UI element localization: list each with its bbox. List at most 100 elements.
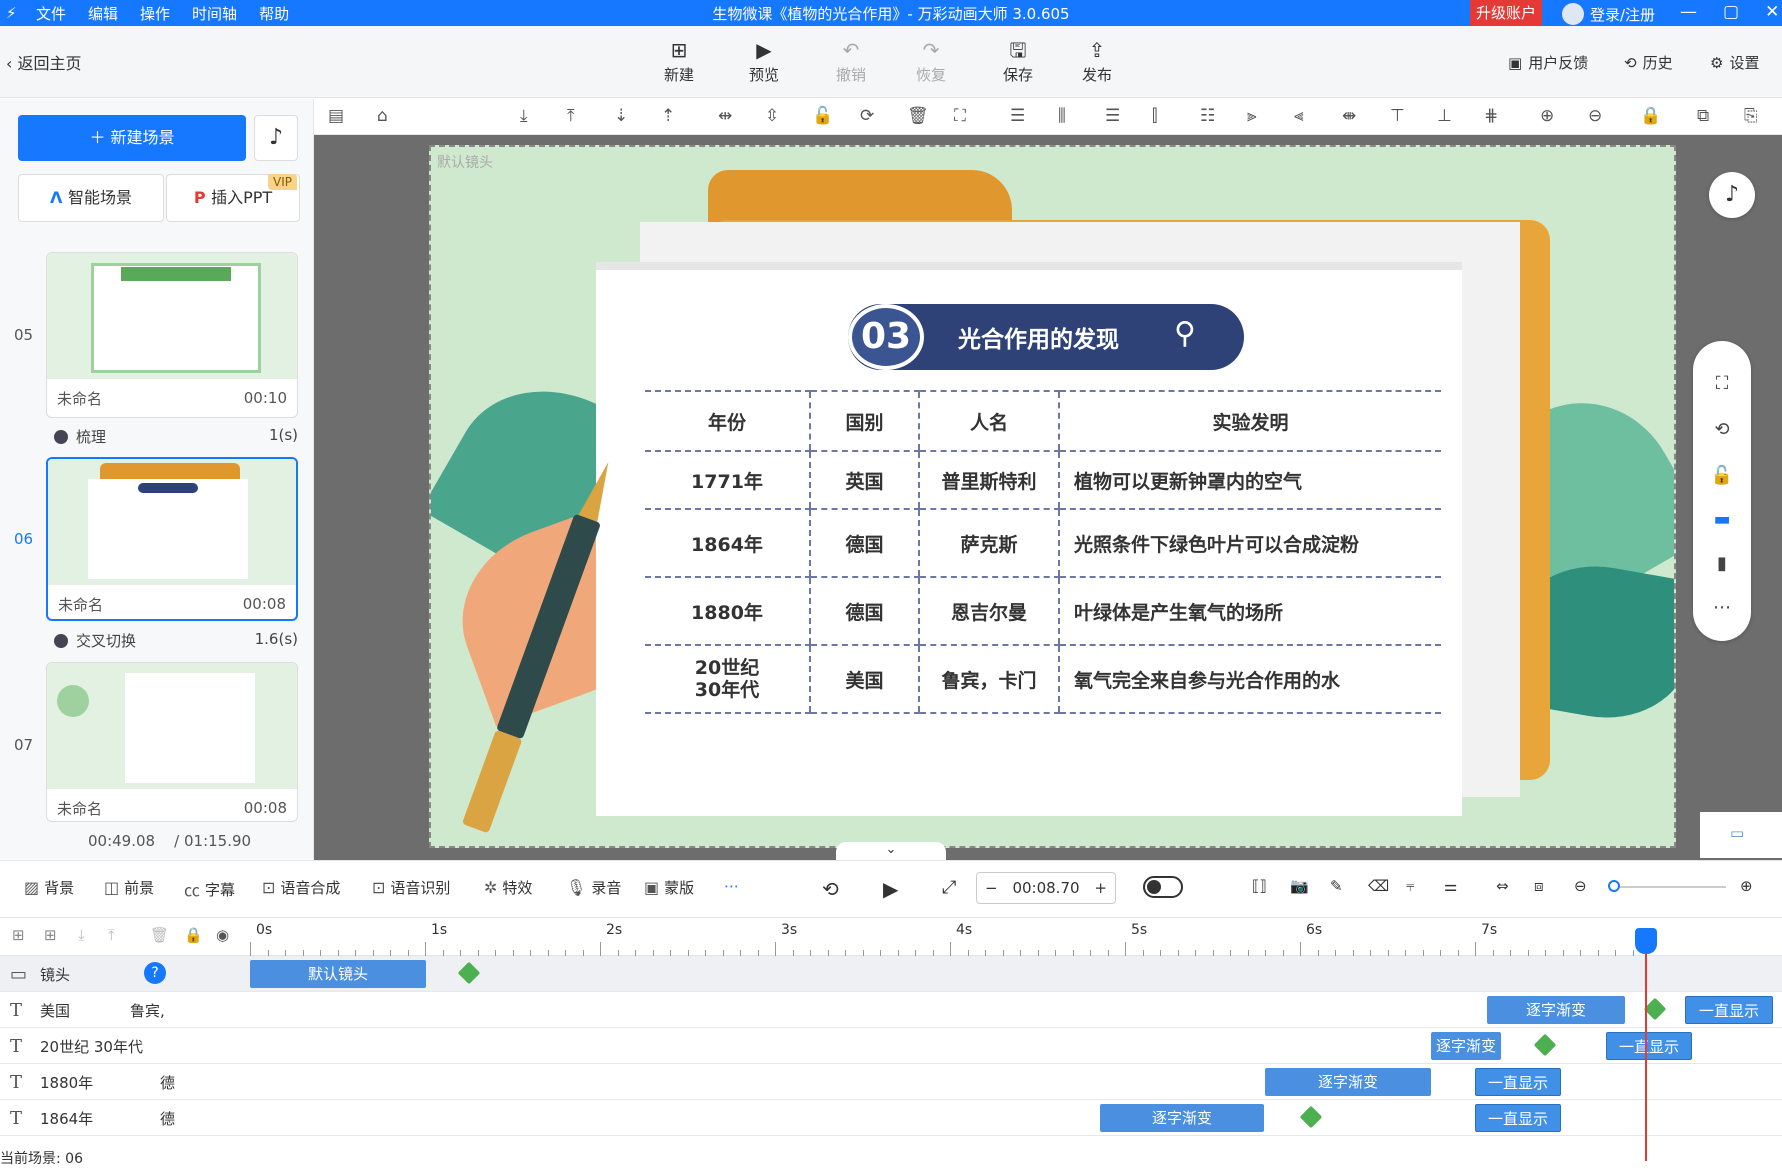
- layer-down-icon[interactable]: ⇣: [614, 106, 628, 126]
- zoom-in-icon[interactable]: ⊕: [1540, 106, 1554, 126]
- scene-transition[interactable]: 梳理 1(s): [54, 426, 298, 447]
- move-up-icon[interactable]: ⤒: [108, 926, 115, 944]
- more-icon[interactable]: ⋯: [1693, 597, 1751, 618]
- screen-vertical-icon[interactable]: ▮: [1693, 553, 1751, 574]
- fullscreen-icon[interactable]: ⤢: [942, 877, 956, 898]
- screen-horizontal-icon[interactable]: ▬: [1693, 509, 1751, 530]
- align-bottom-icon[interactable]: ☰: [1105, 106, 1120, 126]
- fit-timeline-icon[interactable]: ⇔: [1496, 877, 1509, 895]
- feedback-link[interactable]: ▣ 用户反馈: [1508, 52, 1588, 73]
- add-layer-icon[interactable]: ⊞: [44, 926, 57, 944]
- copy-icon[interactable]: ⧉: [1697, 106, 1709, 126]
- more-icon[interactable]: ⋯: [724, 877, 739, 895]
- time-stepper[interactable]: − 00:08.70 +: [976, 872, 1116, 904]
- foreground-button[interactable]: ◫ 前景: [104, 877, 154, 898]
- rotate-icon[interactable]: ⟲: [1693, 419, 1751, 440]
- clear-icon[interactable]: ⌫: [1368, 877, 1389, 895]
- background-button[interactable]: ▨ 背景: [24, 877, 74, 898]
- speech-recognition-button[interactable]: ⊡ 语音识别: [372, 877, 450, 898]
- distribute-h-icon[interactable]: ⫷: [1294, 106, 1304, 126]
- time-decrement-button[interactable]: −: [985, 879, 998, 897]
- replay-icon[interactable]: ⟲: [822, 877, 839, 901]
- settings-link[interactable]: ⚙ 设置: [1710, 52, 1759, 73]
- lock-icon[interactable]: 🔒: [1640, 106, 1661, 126]
- track-text[interactable]: T 美国 鲁宾, 逐字渐变 一直显示: [0, 992, 1782, 1028]
- same-height-icon[interactable]: ⊥: [1437, 106, 1452, 126]
- track-camera[interactable]: ▭ 镜头 ? 默认镜头: [0, 956, 1782, 992]
- keyframe-icon[interactable]: [1643, 997, 1667, 1021]
- camera-icon[interactable]: 📷: [1290, 877, 1309, 895]
- lock-icon[interactable]: 🔒: [184, 926, 203, 944]
- layer-up-icon[interactable]: ⇡: [661, 106, 675, 126]
- move-down-icon[interactable]: ⤓: [78, 926, 85, 944]
- history-link[interactable]: ⟲ 历史: [1624, 52, 1673, 73]
- layer-bottom-icon[interactable]: ⤓: [520, 106, 528, 126]
- align-vcenter-icon[interactable]: ⫼: [1058, 106, 1066, 126]
- bg-music-button[interactable]: ♪: [1709, 172, 1755, 218]
- filter-icon[interactable]: ⫧: [1406, 877, 1414, 895]
- unlock-icon[interactable]: 🔓: [1693, 465, 1751, 486]
- flip-horizontal-icon[interactable]: ⇹: [718, 106, 732, 126]
- track-text[interactable]: T 1864年 德 逐字渐变 一直显示: [0, 1100, 1782, 1136]
- undo-button[interactable]: ↶ 撤销: [823, 38, 879, 85]
- save-button[interactable]: 🖫 保存: [990, 38, 1046, 85]
- time-input[interactable]: 00:08.70: [1012, 879, 1079, 897]
- rotate-icon[interactable]: ⟳: [860, 106, 874, 126]
- camera-clip[interactable]: 默认镜头: [250, 960, 426, 988]
- scene-thumbnail-05[interactable]: 未命名 00:10: [46, 252, 298, 418]
- same-size-icon[interactable]: ⋕: [1484, 106, 1498, 126]
- timeline-ruler[interactable]: 0s 1s 2s 3s 4s 5s 6s 7s: [250, 918, 1782, 956]
- fade-clip[interactable]: 逐字渐变: [1100, 1104, 1264, 1132]
- adjust-icon[interactable]: ⚌: [1444, 877, 1457, 895]
- paste-icon[interactable]: ⎘: [1744, 106, 1758, 126]
- help-icon[interactable]: ?: [144, 962, 166, 984]
- collapse-button[interactable]: ⌄: [836, 842, 946, 860]
- zoom-out-icon[interactable]: ⊖: [1588, 106, 1602, 126]
- layer-top-icon[interactable]: ⤒: [567, 106, 575, 126]
- new-scene-button[interactable]: ＋ 新建场景: [18, 115, 246, 161]
- format-painter-icon[interactable]: ▤: [328, 106, 344, 126]
- new-button[interactable]: ⊞ 新建: [651, 38, 707, 85]
- back-home-link[interactable]: ‹ 返回主页: [6, 50, 82, 74]
- screenshot-icon[interactable]: ⛶: [1693, 373, 1751, 394]
- always-clip[interactable]: 一直显示: [1475, 1104, 1561, 1132]
- time-increment-button[interactable]: +: [1094, 879, 1107, 897]
- login-button[interactable]: 登录/注册: [1562, 3, 1655, 25]
- always-clip[interactable]: 一直显示: [1606, 1032, 1692, 1060]
- preview-button[interactable]: ▶ 预览: [736, 38, 792, 85]
- play-icon[interactable]: ▶: [883, 877, 898, 901]
- add-folder-icon[interactable]: ⊞: [12, 926, 25, 944]
- same-width-icon[interactable]: ⊤: [1390, 106, 1405, 126]
- track-text[interactable]: T 1880年 德 逐字渐变 一直显示: [0, 1064, 1782, 1100]
- mask-button[interactable]: ▣ 蒙版: [644, 877, 694, 898]
- section-heading[interactable]: 03 光合作用的发现 ⚲: [848, 304, 1244, 370]
- zoom-in-icon[interactable]: ⊕: [1740, 877, 1753, 895]
- fade-clip[interactable]: 逐字渐变: [1431, 1032, 1501, 1060]
- track-text[interactable]: T 20世纪 30年代 逐字渐变 一直显示: [0, 1028, 1782, 1064]
- trash-icon[interactable]: 🗑: [907, 106, 929, 126]
- align-top-icon[interactable]: ☰: [1010, 106, 1025, 126]
- keyframe-icon[interactable]: [1533, 1033, 1557, 1057]
- keyframe-icon[interactable]: [457, 961, 481, 985]
- align-hcenter-icon[interactable]: ☷: [1200, 106, 1215, 126]
- music-button[interactable]: ♪: [254, 115, 298, 161]
- scene-thumbnail-06[interactable]: 未命名 00:08: [46, 457, 298, 621]
- fade-clip[interactable]: 逐字渐变: [1487, 996, 1625, 1024]
- record-button[interactable]: 🎙 录音: [566, 877, 621, 898]
- align-left-icon[interactable]: ⫿: [1152, 106, 1157, 126]
- keyframe-icon[interactable]: [1299, 1105, 1323, 1129]
- slider-handle[interactable]: [1608, 880, 1620, 892]
- always-clip[interactable]: 一直显示: [1685, 996, 1773, 1024]
- subtitle-button[interactable]: ㏄字幕: [184, 877, 235, 901]
- effects-button[interactable]: ✲ 特效: [484, 877, 532, 898]
- align-right-icon[interactable]: ⫸: [1247, 106, 1257, 126]
- loop-toggle[interactable]: [1143, 876, 1183, 898]
- eye-icon[interactable]: ◉: [216, 926, 229, 944]
- mini-map[interactable]: ▭: [1700, 812, 1782, 858]
- zoom-out-icon[interactable]: ⊖: [1574, 877, 1587, 895]
- minimize-button[interactable]: —: [1680, 0, 1697, 24]
- playhead-handle[interactable]: [1635, 928, 1657, 954]
- upgrade-account-button[interactable]: 升级账户: [1470, 0, 1542, 26]
- scene-thumbnail-07[interactable]: 未命名 00:08: [46, 662, 298, 822]
- flip-vertical-icon[interactable]: ⇳: [765, 106, 779, 126]
